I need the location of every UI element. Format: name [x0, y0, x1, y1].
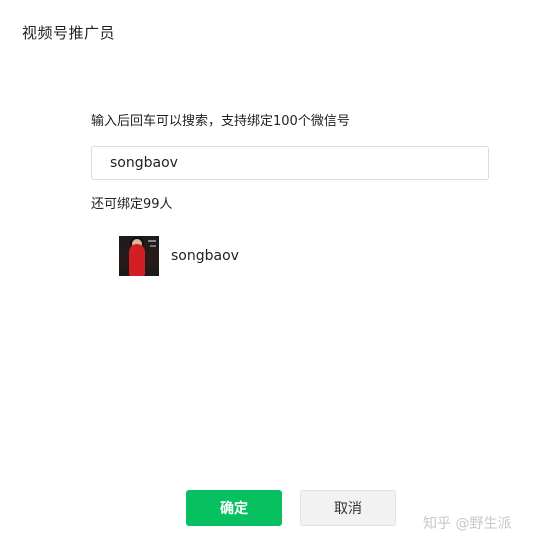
avatar	[119, 236, 159, 276]
confirm-button[interactable]: 确定	[186, 490, 282, 526]
search-hint: 输入后回车可以搜索，支持绑定100个微信号	[91, 114, 350, 129]
watermark: 知乎 @野生派	[423, 516, 512, 532]
search-box[interactable]	[91, 146, 489, 180]
cancel-button[interactable]: 取消	[300, 490, 396, 526]
search-result-item[interactable]: songbaov	[119, 236, 239, 276]
search-input[interactable]	[108, 146, 488, 180]
result-username: songbaov	[171, 248, 239, 264]
remaining-count: 还可绑定99人	[91, 197, 173, 212]
dialog-title: 视频号推广员	[22, 24, 116, 42]
